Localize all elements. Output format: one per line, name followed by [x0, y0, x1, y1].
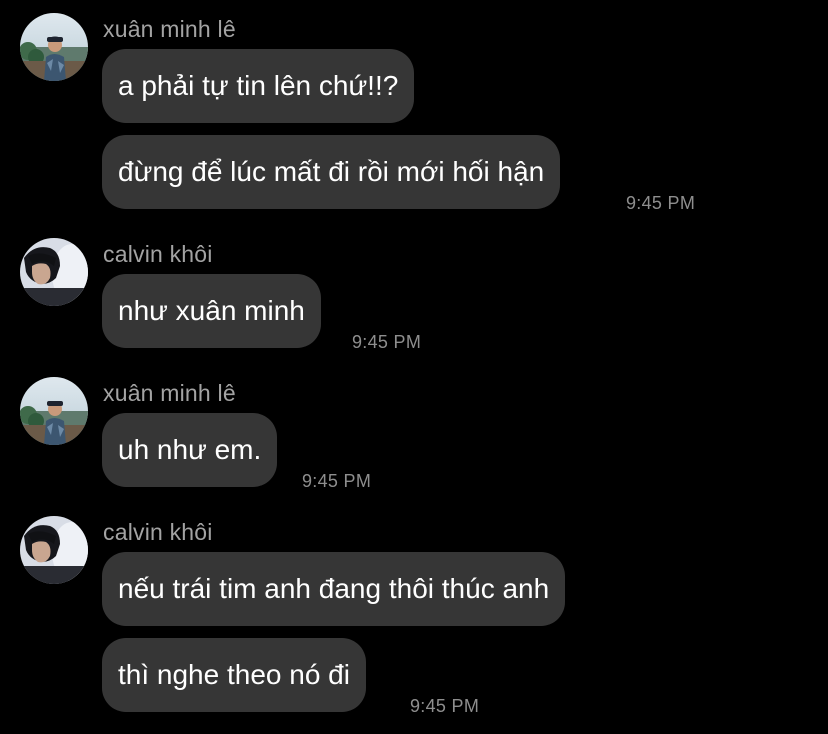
avatar-photo-icon — [20, 377, 88, 445]
avatar[interactable] — [20, 13, 88, 81]
message-bubble[interactable]: uh như em. — [102, 413, 278, 487]
avatar-photo-icon — [20, 516, 88, 584]
avatar[interactable] — [20, 377, 88, 445]
message-bubble[interactable]: nếu trái tim anh đang thôi thúc anh — [102, 552, 566, 626]
timestamp: 9:45 PM — [352, 332, 422, 352]
message-bubble[interactable]: đừng để lúc mất đi rồi mới hối hận — [102, 135, 561, 209]
message-bubble[interactable]: thì nghe theo nó đi — [102, 638, 366, 712]
sender-name: calvin khôi — [103, 519, 213, 545]
timestamp: 9:45 PM — [302, 471, 372, 491]
timestamp: 9:45 PM — [410, 696, 480, 716]
message-bubble[interactable]: a phải tự tin lên chứ!!? — [102, 49, 415, 123]
sender-name: calvin khôi — [103, 241, 213, 267]
sender-name: xuân minh lê — [103, 16, 236, 42]
timestamp: 9:45 PM — [626, 193, 696, 213]
message-bubble[interactable]: như xuân minh — [102, 274, 321, 348]
avatar-photo-icon — [20, 238, 88, 306]
avatar[interactable] — [20, 516, 88, 584]
avatar[interactable] — [20, 238, 88, 306]
avatar-photo-icon — [20, 13, 88, 81]
sender-name: xuân minh lê — [103, 380, 236, 406]
